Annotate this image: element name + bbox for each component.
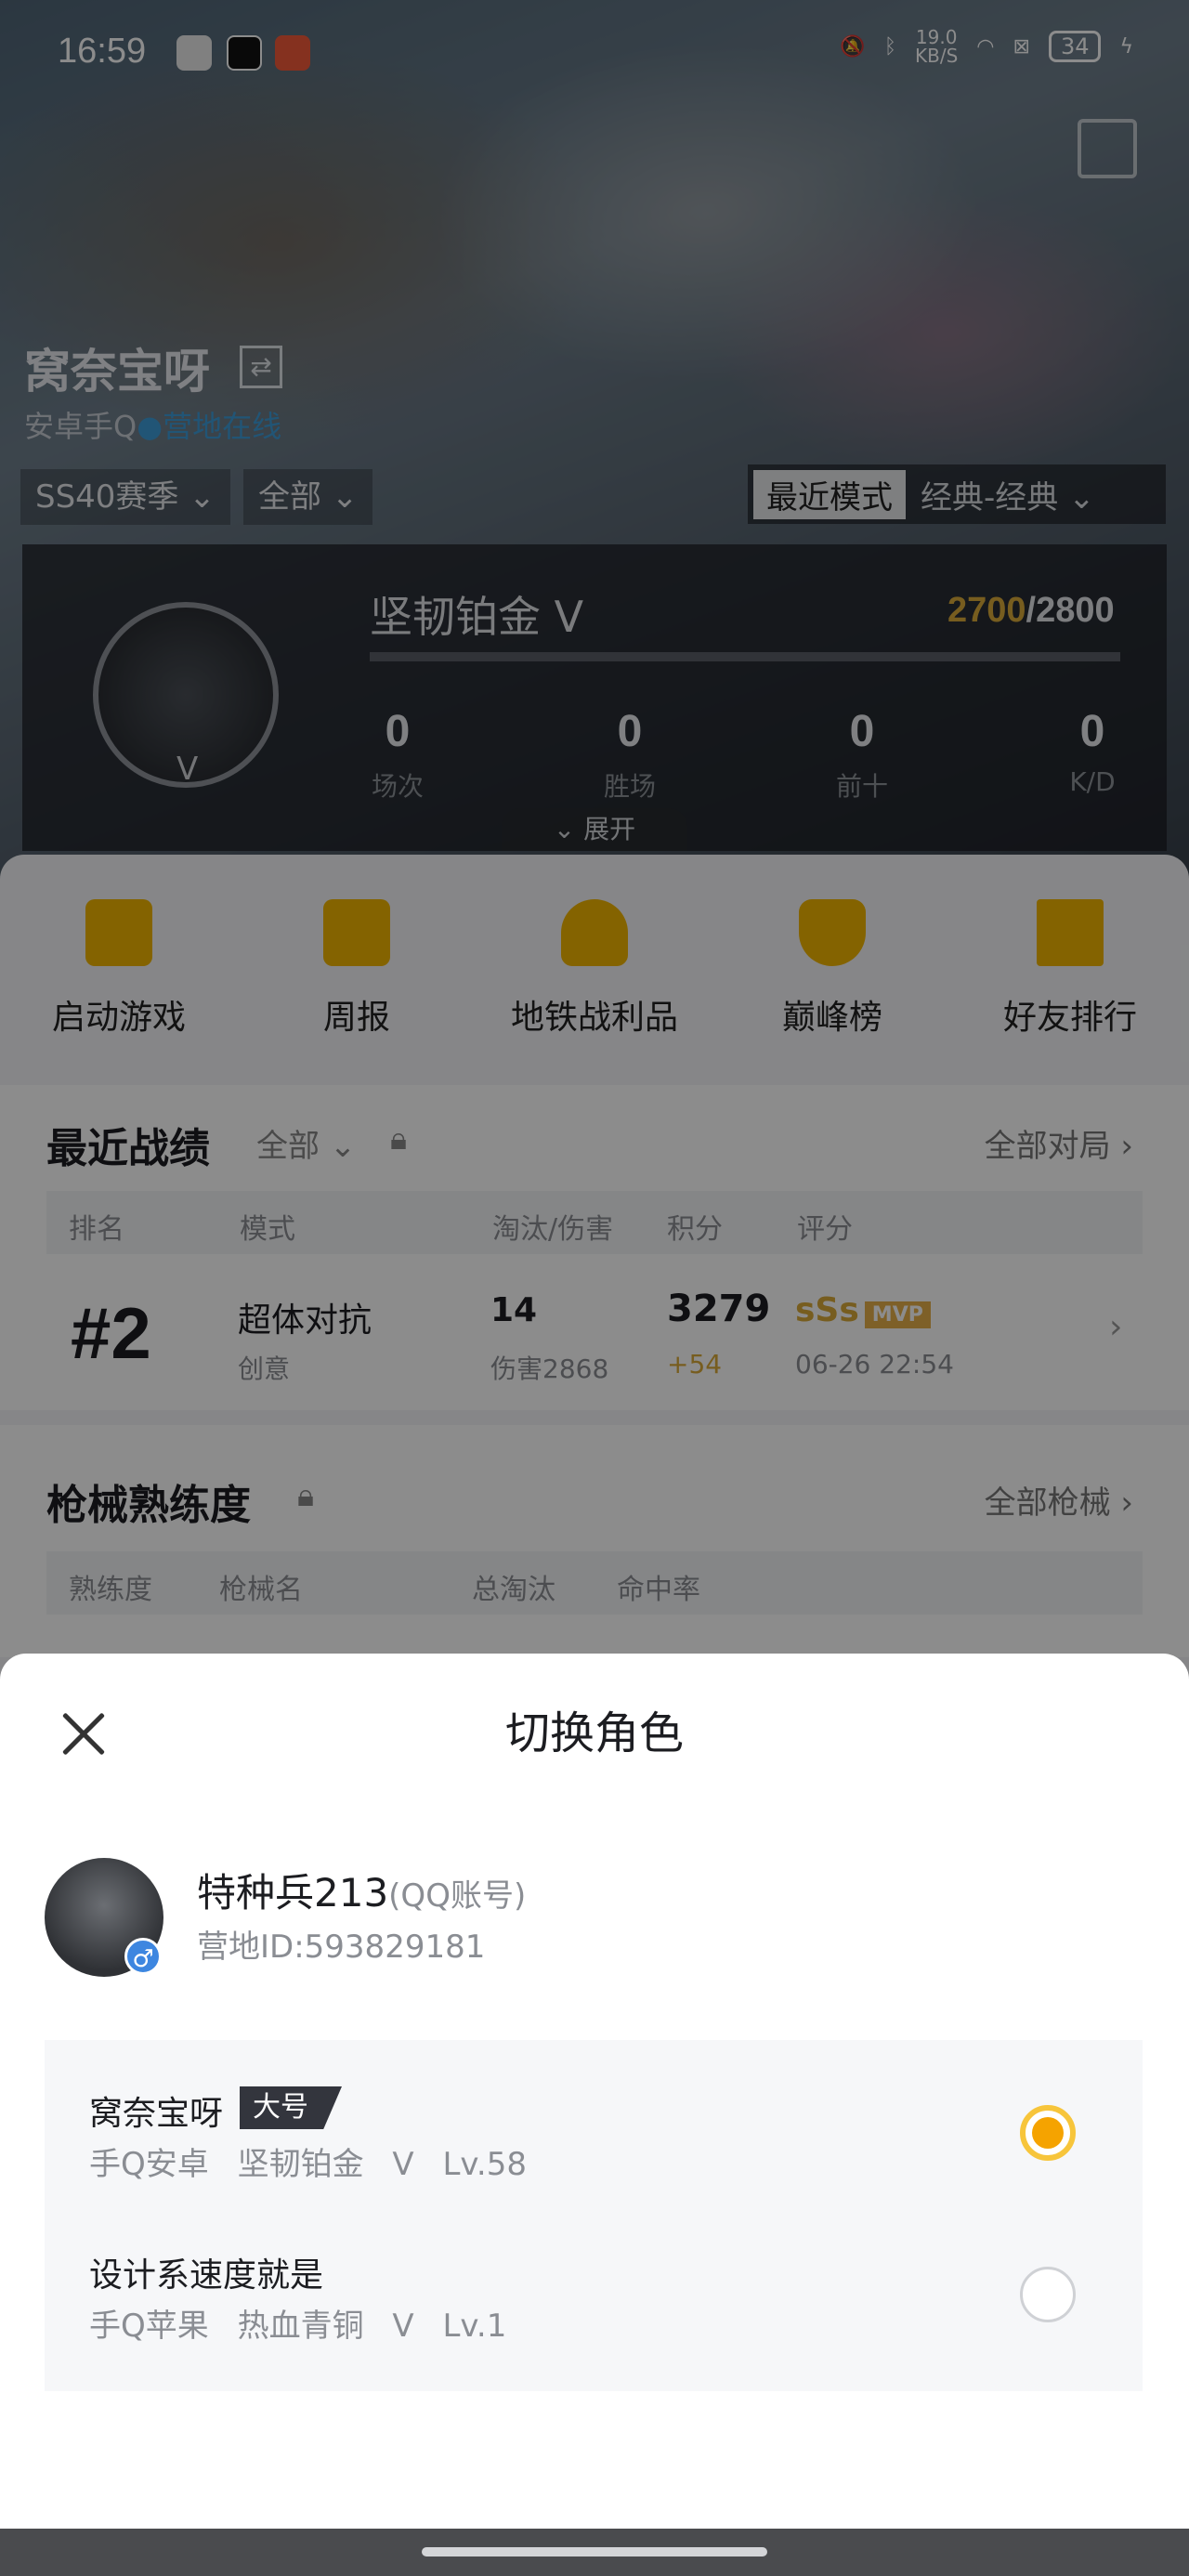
role-radio[interactable] — [1020, 2267, 1076, 2322]
account-type: (QQ账号) — [388, 1877, 527, 1915]
role-name: 窝奈宝呀 — [89, 2095, 224, 2133]
role-detail: 手Q安卓 坚韧铂金 Ⅴ Lv.58 — [89, 2146, 527, 2183]
home-indicator[interactable] — [422, 2547, 767, 2556]
role-radio-selected[interactable] — [1020, 2105, 1076, 2161]
male-gender-icon: ♂ — [124, 1938, 162, 1975]
role-detail: 手Q苹果 热血青铜 Ⅴ Lv.1 — [89, 2308, 507, 2345]
account-name: 特种兵213(QQ账号) — [197, 1870, 527, 1916]
sheet-title: 切换角色 — [504, 1707, 684, 1759]
role-name: 设计系速度就是 — [89, 2256, 324, 2295]
camp-id: 营地ID:593829181 — [197, 1929, 486, 1966]
